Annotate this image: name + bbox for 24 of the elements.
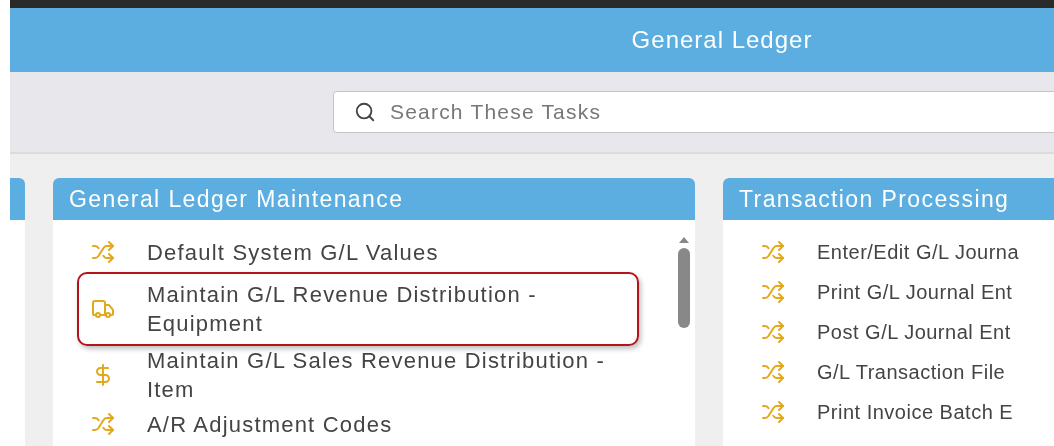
shuffle-icon (761, 400, 785, 424)
scroll-thumb[interactable] (678, 248, 690, 328)
truck-icon (91, 297, 115, 321)
search-icon (354, 101, 376, 123)
task-item[interactable]: Default System G/L Values (77, 232, 459, 272)
shuffle-icon (91, 240, 115, 264)
shuffle-icon (91, 412, 115, 436)
panel-title: General Ledger Maintenance (53, 178, 695, 220)
task-item[interactable]: Print Invoice Batch E (747, 392, 1034, 432)
shuffle-icon (761, 360, 785, 384)
page-title: General Ledger (631, 26, 813, 54)
search-field[interactable]: Search These Tasks (333, 91, 1054, 133)
shuffle-icon (761, 280, 785, 304)
task-item[interactable]: G/L Transaction File (747, 352, 1026, 392)
task-item[interactable]: Enter/Edit G/L Journa (747, 232, 1040, 272)
task-item[interactable]: Print G/L Journal Ent (747, 272, 1033, 312)
shuffle-icon (761, 240, 785, 264)
scroll-up-icon[interactable] (678, 236, 690, 244)
task-item[interactable]: A/R Adjustment Codes (77, 404, 413, 444)
shuffle-icon (761, 320, 785, 344)
task-item[interactable]: Maintain G/L Revenue Distribution - Equipment (77, 272, 639, 346)
task-item[interactable]: Maintain G/L Sales Revenue Distribution - Item (77, 346, 637, 404)
task-item[interactable]: Post G/L Journal Ent (747, 312, 1031, 352)
panel-title: Transaction Processing (723, 178, 1054, 220)
